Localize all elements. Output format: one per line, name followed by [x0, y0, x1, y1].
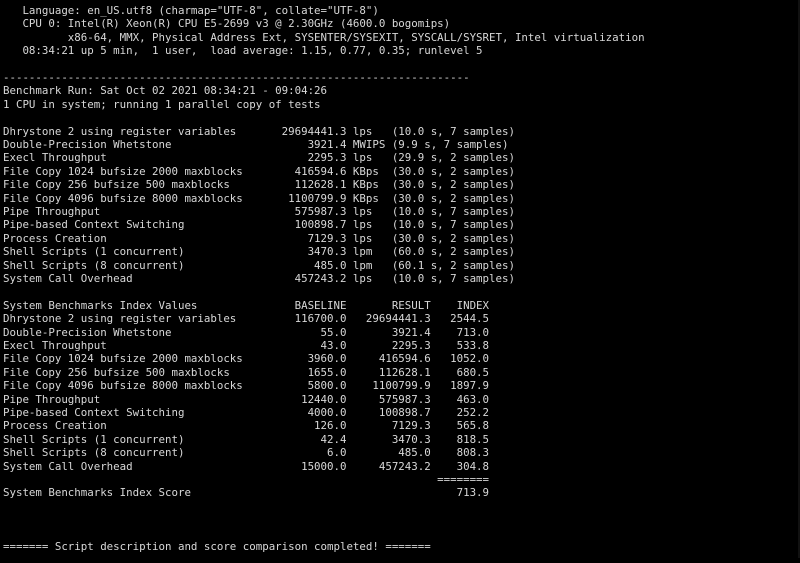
index-row: Pipe-based Context Switching 4000.0 1008… [3, 406, 490, 419]
index-row: File Copy 1024 bufsize 2000 maxblocks 39… [3, 352, 490, 366]
result-line: Shell Scripts (8 concurrent) 485.0 lpm (… [3, 258, 515, 272]
cpu-line: CPU 0: Intel(R) Xeon(R) CPU E5-2699 v3 @… [3, 17, 451, 31]
index-row: Pipe Throughput 12440.0 575987.3 463.0 [3, 392, 490, 406]
result-line: File Copy 4096 bufsize 8000 maxblocks 11… [3, 191, 515, 205]
result-line: Pipe Throughput 575987.3 lps (10.0 s, 7 … [3, 205, 515, 218]
index-header-line: System Benchmarks Index Values BASELINE … [3, 298, 490, 312]
result-line: Execl Throughput 2295.3 lps (29.9 s, 2 s… [3, 151, 515, 165]
index-row: Process Creation 126.0 7129.3 565.8 [3, 419, 490, 433]
result-line: File Copy 1024 bufsize 2000 maxblocks 41… [3, 164, 515, 178]
result-line: Process Creation 7129.3 lps (30.0 s, 2 s… [3, 231, 515, 245]
index-row: Double-Precision Whetstone 55.0 3921.4 7… [3, 325, 490, 339]
index-score-line: System Benchmarks Index Score 713.9 [3, 486, 490, 500]
result-line: System Call Overhead 457243.2 lps (10.0 … [3, 272, 515, 285]
index-row: Shell Scripts (8 concurrent) 6.0 485.0 8… [3, 446, 490, 460]
terminal-window[interactable]: Language: en_US.utf8 (charmap="UTF-8", c… [0, 0, 800, 558]
index-row: Shell Scripts (1 concurrent) 42.4 3470.3… [3, 432, 490, 446]
benchmark-run-line: Benchmark Run: Sat Oct 02 2021 08:34:21 … [3, 84, 328, 98]
index-total-rule: ======== [3, 473, 490, 486]
separator-line: ----------------------------------------… [3, 71, 470, 84]
cpu-info-line: 1 CPU in system; running 1 parallel copy… [3, 97, 321, 111]
index-row: Dhrystone 2 using register variables 116… [3, 312, 490, 326]
index-row: File Copy 256 bufsize 500 maxblocks 1655… [3, 365, 490, 379]
cpu-flags-line: x86-64, MMX, Physical Address Ext, SYSEN… [3, 30, 645, 44]
result-line: Double-Precision Whetstone 3921.4 MWIPS … [3, 138, 509, 151]
uptime-line: 08:34:21 up 5 min, 1 user, load average:… [3, 44, 483, 58]
result-line: Dhrystone 2 using register variables 296… [3, 124, 515, 138]
result-line: File Copy 256 bufsize 500 maxblocks 1126… [3, 178, 515, 192]
completion-message: ======= Script description and score com… [3, 540, 431, 553]
index-row: System Call Overhead 15000.0 457243.2 30… [3, 459, 490, 473]
index-row: Execl Throughput 43.0 2295.3 533.8 [3, 339, 490, 352]
language-line: Language: en_US.utf8 (charmap="UTF-8", c… [3, 4, 379, 17]
result-line: Pipe-based Context Switching 100898.7 lp… [3, 218, 515, 232]
result-line: Shell Scripts (1 concurrent) 3470.3 lpm … [3, 245, 515, 259]
index-row: File Copy 4096 bufsize 8000 maxblocks 58… [3, 379, 490, 393]
